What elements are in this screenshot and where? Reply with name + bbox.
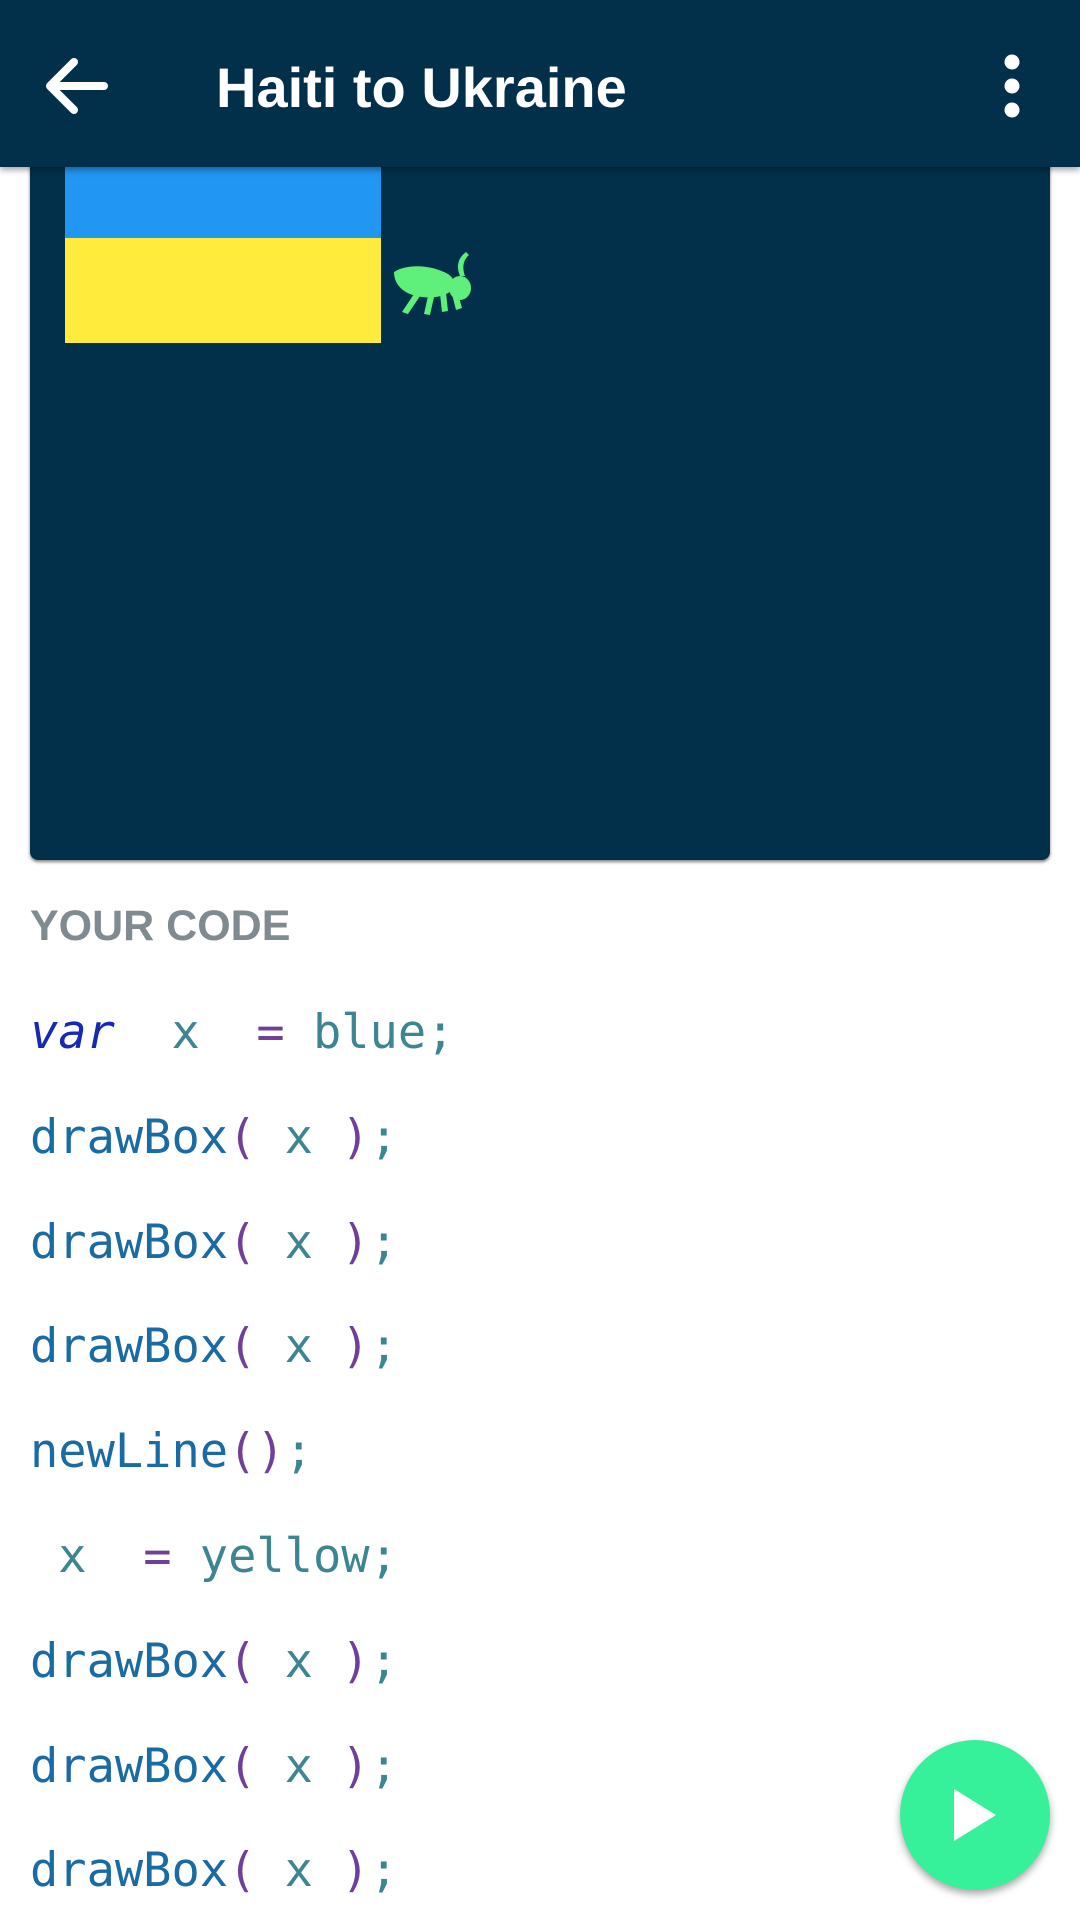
- code-editor-screen: Haiti to Ukraine YOUR CODE var x = blue;…: [0, 0, 1080, 1920]
- paren-token: ): [256, 1424, 285, 1479]
- function-token: drawBox: [30, 1110, 229, 1165]
- semicolon-token: ;: [426, 1005, 455, 1060]
- paren-token: (: [228, 1319, 257, 1374]
- grasshopper-icon: [394, 252, 471, 315]
- value-token: blue: [312, 1005, 427, 1060]
- your-code-heading: YOUR CODE: [30, 902, 291, 950]
- flag-blue-row: [65, 167, 381, 238]
- overflow-menu-button[interactable]: [962, 36, 1062, 136]
- operator-token: =: [143, 1529, 172, 1584]
- semicolon-token: ;: [369, 1110, 398, 1165]
- code-line[interactable]: x = yellow;: [30, 1524, 398, 1590]
- paren-token: (: [228, 1215, 257, 1270]
- app-bar: Haiti to Ukraine: [0, 0, 1080, 167]
- semicolon-token: ;: [369, 1843, 398, 1898]
- code-line[interactable]: newLine();: [30, 1419, 313, 1485]
- paren-token: (: [228, 1110, 257, 1165]
- argument-token: x: [284, 1634, 313, 1689]
- paren-token: ): [341, 1634, 370, 1689]
- keyword-token: var: [30, 1005, 115, 1060]
- function-token: drawBox: [30, 1634, 229, 1689]
- paren-token: (: [228, 1424, 257, 1479]
- code-line[interactable]: drawBox( x );: [30, 1838, 398, 1904]
- run-button[interactable]: [900, 1740, 1050, 1890]
- variable-token: x: [171, 1005, 200, 1060]
- semicolon-token: ;: [369, 1739, 398, 1794]
- flag-yellow-row: [65, 238, 381, 343]
- argument-token: x: [284, 1215, 313, 1270]
- semicolon-token: ;: [369, 1319, 398, 1374]
- paren-token: ): [341, 1319, 370, 1374]
- code-line[interactable]: var x = blue;: [30, 1000, 454, 1066]
- paren-token: ): [341, 1739, 370, 1794]
- back-button[interactable]: [26, 36, 126, 136]
- function-token: newLine: [30, 1424, 229, 1479]
- semicolon-token: ;: [369, 1634, 398, 1689]
- function-token: drawBox: [30, 1843, 229, 1898]
- paren-token: (: [228, 1739, 257, 1794]
- argument-token: x: [284, 1843, 313, 1898]
- semicolon-token: ;: [369, 1215, 398, 1270]
- output-canvas: [30, 120, 1050, 860]
- more-vertical-icon: [1004, 54, 1020, 118]
- value-token: yellow: [199, 1529, 370, 1584]
- arrow-back-icon: [46, 58, 108, 114]
- function-token: drawBox: [30, 1319, 229, 1374]
- paren-token: ): [341, 1843, 370, 1898]
- code-line[interactable]: drawBox( x );: [30, 1734, 398, 1800]
- paren-token: (: [228, 1634, 257, 1689]
- paren-token: ): [341, 1215, 370, 1270]
- code-line[interactable]: drawBox( x );: [30, 1105, 398, 1171]
- code-line[interactable]: drawBox( x );: [30, 1210, 398, 1276]
- paren-token: (: [228, 1843, 257, 1898]
- argument-token: x: [284, 1739, 313, 1794]
- paren-token: ): [341, 1110, 370, 1165]
- argument-token: x: [284, 1319, 313, 1374]
- page-title: Haiti to Ukraine: [216, 56, 627, 119]
- argument-token: x: [284, 1110, 313, 1165]
- code-line[interactable]: drawBox( x );: [30, 1629, 398, 1695]
- code-line[interactable]: drawBox( x );: [30, 1314, 398, 1380]
- function-token: drawBox: [30, 1739, 229, 1794]
- semicolon-token: ;: [284, 1424, 313, 1479]
- function-token: drawBox: [30, 1215, 229, 1270]
- variable-token: x: [58, 1529, 87, 1584]
- semicolon-token: ;: [369, 1529, 398, 1584]
- operator-token: =: [256, 1005, 285, 1060]
- play-icon: [954, 1789, 996, 1841]
